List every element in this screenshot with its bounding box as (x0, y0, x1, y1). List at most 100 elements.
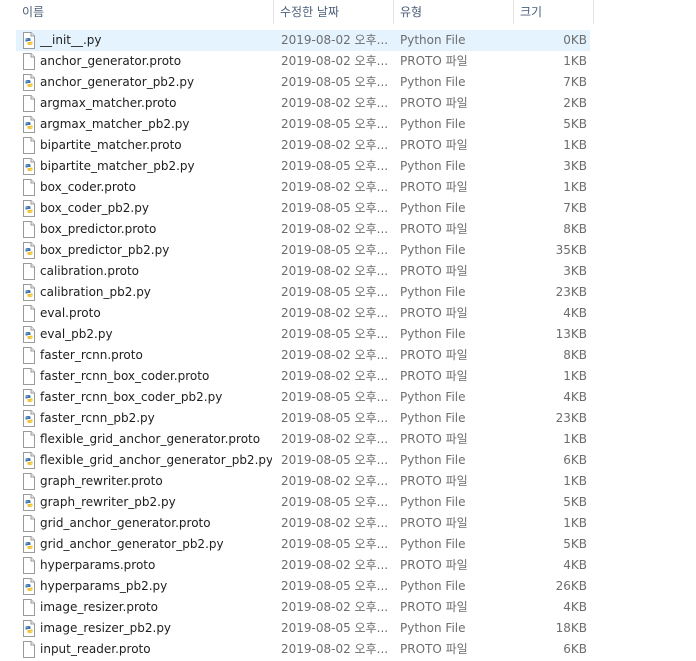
file-name: box_predictor_pb2.py (40, 243, 170, 257)
file-size: 4KB (563, 600, 587, 614)
file-size: 1KB (563, 180, 587, 194)
python-file-icon (21, 242, 37, 259)
file-row[interactable]: input_reader.proto 2019-08-02 오후... PROTO … (16, 639, 590, 660)
file-size: 26KB (555, 579, 587, 593)
file-row[interactable]: bipartite_matcher.proto 2019-08-02 오후... P… (16, 135, 590, 156)
file-row[interactable]: box_coder.proto 2019-08-02 오후... PROTO 파일 1… (16, 177, 590, 198)
file-row[interactable]: faster_rcnn_box_coder.proto 2019-08-02 오후… (16, 366, 590, 387)
blank-file-icon (21, 431, 37, 448)
file-size: 1KB (563, 138, 587, 152)
column-header-type[interactable]: 유형 (394, 0, 514, 24)
file-type: Python File (400, 621, 466, 635)
file-row[interactable]: faster_rcnn_pb2.py 2019-08-05 오후... Python… (16, 408, 590, 429)
file-name: grid_anchor_generator.proto (40, 516, 211, 530)
file-name: flexible_grid_anchor_generator.proto (40, 432, 261, 446)
file-size: 7KB (563, 75, 587, 89)
python-file-icon (21, 158, 37, 175)
file-row[interactable]: graph_rewriter_pb2.py 2019-08-05 오후... Pyt… (16, 492, 590, 513)
file-type: Python File (400, 117, 466, 131)
file-row[interactable]: calibration_pb2.py 2019-08-05 오후... Python… (16, 282, 590, 303)
file-row[interactable]: grid_anchor_generator_pb2.py 2019-08-05 오… (16, 534, 590, 555)
file-size: 1KB (563, 369, 587, 383)
file-size: 8KB (563, 348, 587, 362)
file-date-modified: 2019-08-02 오후... (281, 432, 389, 446)
file-date-modified: 2019-08-02 오후... (281, 222, 389, 236)
file-type: Python File (400, 159, 466, 173)
file-row[interactable]: image_resizer.proto 2019-08-02 오후... PROTO… (16, 597, 590, 618)
column-header-bar: 이름 수정한 날짜 유형 크기 (0, 0, 696, 24)
blank-file-icon (21, 53, 37, 70)
file-type: PROTO 파일 (400, 348, 468, 362)
file-size: 3KB (563, 264, 587, 278)
python-file-icon (21, 200, 37, 217)
column-header-size[interactable]: 크기 (514, 0, 594, 24)
file-row[interactable]: box_coder_pb2.py 2019-08-05 오후... Python F… (16, 198, 590, 219)
file-name: graph_rewriter.proto (40, 474, 163, 488)
file-size: 7KB (563, 201, 587, 215)
file-date-modified: 2019-08-05 오후... (281, 411, 389, 425)
blank-file-icon (21, 641, 37, 658)
file-row[interactable]: __init__.py 2019-08-02 오후... Python File 0K… (16, 30, 590, 51)
file-name: box_coder_pb2.py (40, 201, 149, 215)
blank-file-icon (21, 263, 37, 280)
file-date-modified: 2019-08-02 오후... (281, 138, 389, 152)
file-row[interactable]: bipartite_matcher_pb2.py 2019-08-05 오후...… (16, 156, 590, 177)
blank-file-icon (21, 137, 37, 154)
file-name: flexible_grid_anchor_generator_pb2.py (40, 453, 272, 467)
file-type: Python File (400, 327, 466, 341)
file-size: 5KB (563, 537, 587, 551)
file-name: anchor_generator_pb2.py (40, 75, 195, 89)
file-type: Python File (400, 243, 466, 257)
file-row[interactable]: image_resizer_pb2.py 2019-08-05 오후... Pyth… (16, 618, 590, 639)
file-row[interactable]: argmax_matcher_pb2.py 2019-08-05 오후... Pyt… (16, 114, 590, 135)
file-size: 13KB (555, 327, 587, 341)
python-file-icon (21, 410, 37, 427)
file-type: PROTO 파일 (400, 516, 468, 530)
file-date-modified: 2019-08-02 오후... (281, 558, 389, 572)
file-date-modified: 2019-08-02 오후... (281, 264, 389, 278)
file-type: PROTO 파일 (400, 264, 468, 278)
file-row[interactable]: anchor_generator_pb2.py 2019-08-05 오후... P… (16, 72, 590, 93)
blank-file-icon (21, 347, 37, 364)
python-file-icon (21, 536, 37, 553)
file-date-modified: 2019-08-05 오후... (281, 495, 389, 509)
file-name: argmax_matcher_pb2.py (40, 117, 190, 131)
file-size: 0KB (563, 33, 587, 47)
file-row[interactable]: grid_anchor_generator.proto 2019-08-02 오후… (16, 513, 590, 534)
file-date-modified: 2019-08-05 오후... (281, 243, 389, 257)
file-row[interactable]: anchor_generator.proto 2019-08-02 오후... PR… (16, 51, 590, 72)
file-row[interactable]: graph_rewriter.proto 2019-08-02 오후... PROT… (16, 471, 590, 492)
file-size: 4KB (563, 306, 587, 320)
file-row[interactable]: argmax_matcher.proto 2019-08-02 오후... PROT… (16, 93, 590, 114)
column-header-date[interactable]: 수정한 날짜 (274, 0, 394, 24)
column-header-name[interactable]: 이름 (16, 0, 274, 24)
file-type: PROTO 파일 (400, 474, 468, 488)
file-date-modified: 2019-08-02 오후... (281, 600, 389, 614)
file-date-modified: 2019-08-02 오후... (281, 369, 389, 383)
file-date-modified: 2019-08-02 오후... (281, 306, 389, 320)
blank-file-icon (21, 305, 37, 322)
file-row[interactable]: hyperparams_pb2.py 2019-08-05 오후... Python… (16, 576, 590, 597)
file-size: 3KB (563, 159, 587, 173)
file-date-modified: 2019-08-05 오후... (281, 285, 389, 299)
file-type: Python File (400, 75, 466, 89)
file-row[interactable]: eval.proto 2019-08-02 오후... PROTO 파일 4KB (16, 303, 590, 324)
file-row[interactable]: box_predictor.proto 2019-08-02 오후... PROTO… (16, 219, 590, 240)
file-row[interactable]: eval_pb2.py 2019-08-05 오후... Python File 13… (16, 324, 590, 345)
file-row[interactable]: flexible_grid_anchor_generator_pb2.py 201… (16, 450, 590, 471)
file-row[interactable]: flexible_grid_anchor_generator.proto 2019… (16, 429, 590, 450)
file-name: calibration.proto (40, 264, 139, 278)
file-date-modified: 2019-08-05 오후... (281, 579, 389, 593)
file-row[interactable]: faster_rcnn.proto 2019-08-02 오후... PROTO 파… (16, 345, 590, 366)
file-row[interactable]: box_predictor_pb2.py 2019-08-05 오후... Pyth… (16, 240, 590, 261)
blank-file-icon (21, 473, 37, 490)
file-date-modified: 2019-08-05 오후... (281, 537, 389, 551)
file-row[interactable]: hyperparams.proto 2019-08-02 오후... PROTO 파… (16, 555, 590, 576)
blank-file-icon (21, 599, 37, 616)
file-row[interactable]: calibration.proto 2019-08-02 오후... PROTO 파… (16, 261, 590, 282)
file-row[interactable]: faster_rcnn_box_coder_pb2.py 2019-08-05 오… (16, 387, 590, 408)
file-date-modified: 2019-08-05 오후... (281, 327, 389, 341)
file-type: Python File (400, 411, 466, 425)
file-name: eval.proto (40, 306, 101, 320)
file-size: 6KB (563, 642, 587, 656)
